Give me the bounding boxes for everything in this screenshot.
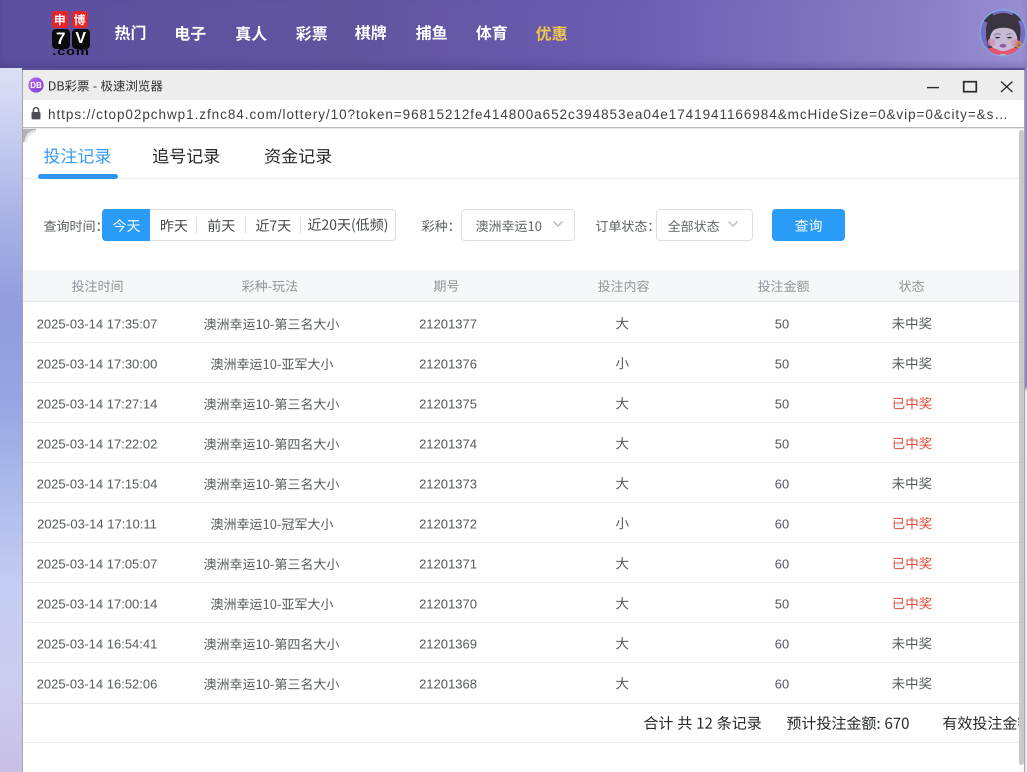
svg-text:DB: DB [30, 81, 42, 90]
